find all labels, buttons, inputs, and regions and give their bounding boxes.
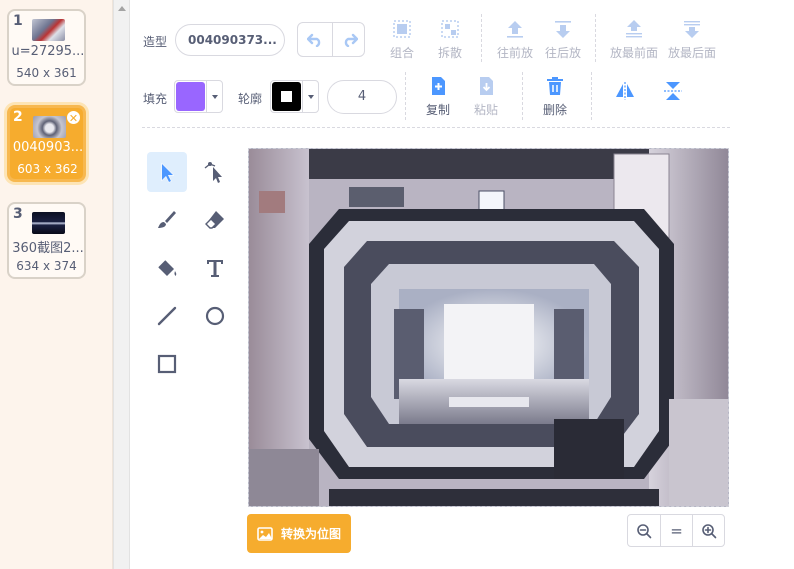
brush-icon [158, 211, 176, 228]
arrow-up-icon [507, 21, 523, 38]
paste-icon [480, 77, 493, 95]
delete-label: 删除 [542, 103, 567, 117]
zoom-in-icon [701, 523, 716, 538]
costume-label: 造型 [143, 35, 168, 49]
costume-size: 603 x 362 [17, 162, 78, 176]
costume-name: 360截图2... [12, 241, 84, 256]
costume-image [249, 149, 728, 506]
scroll-up-icon[interactable] [118, 6, 126, 11]
eraser-icon [205, 211, 224, 229]
chevron-down-icon [302, 81, 318, 112]
rectangle-tool[interactable] [147, 344, 187, 384]
redo-icon [344, 33, 358, 47]
reshape-tool[interactable] [195, 152, 235, 192]
ungroup-button[interactable]: 拆散 [420, 18, 480, 62]
divider [595, 14, 596, 62]
costume-number: 2 [13, 109, 23, 125]
brush-tool[interactable] [147, 200, 187, 240]
zoom-in-button[interactable] [692, 515, 724, 546]
text-icon [207, 260, 223, 277]
undo-redo-group [297, 22, 365, 57]
flip-vertical-icon [664, 82, 682, 100]
bring-to-front-button[interactable]: 放最前面 [604, 18, 664, 62]
paste-button[interactable]: 粘贴 [456, 75, 516, 119]
arrow-pointer-icon [161, 162, 175, 183]
reshape-icon [204, 162, 222, 183]
fill-tool[interactable] [147, 248, 187, 288]
costume-number: 1 [13, 13, 23, 29]
costume-size: 634 x 374 [16, 259, 77, 273]
select-tool[interactable] [147, 152, 187, 192]
copy-icon [432, 77, 445, 95]
convert-to-bitmap-label: 转换为位图 [280, 527, 341, 541]
trash-icon [547, 77, 563, 95]
line-icon [157, 306, 177, 326]
group-icon [393, 20, 411, 38]
send-to-back-label: 放最后面 [667, 46, 716, 60]
fill-label: 填充 [143, 92, 168, 106]
circle-icon [205, 306, 225, 326]
zoom-out-icon [637, 523, 652, 538]
costume-size: 540 x 361 [16, 66, 77, 80]
ungroup-icon [441, 20, 459, 38]
zoom-reset-button[interactable]: = [660, 515, 692, 546]
delete-costume-icon[interactable]: ✕ [66, 110, 81, 125]
backward-button[interactable]: 往后放 [533, 18, 593, 62]
circle-tool[interactable] [195, 296, 235, 336]
drawing-canvas[interactable] [248, 148, 729, 507]
undo-button[interactable] [298, 23, 332, 56]
send-to-back-icon [684, 21, 700, 38]
line-tool[interactable] [147, 296, 187, 336]
outline-width-input[interactable]: 4 [327, 80, 397, 114]
backward-label: 往后放 [544, 46, 581, 60]
fill-color-picker[interactable] [174, 80, 223, 113]
costume-list: 1 u=27295... 540 x 361 2 0040903... 603 … [0, 0, 113, 569]
costume-thumbnail [33, 116, 66, 138]
paint-editor: 造型 004090373... 组合 拆散 往前放 往后放 放最前面 放最后面 … [130, 0, 794, 569]
costume-thumbnail [32, 19, 65, 41]
outline-swatch [272, 82, 301, 111]
delete-button[interactable]: 删除 [525, 75, 585, 119]
costume-item[interactable]: 1 u=27295... 540 x 361 [7, 9, 86, 86]
flip-horizontal-icon [616, 82, 634, 100]
outline-color-picker[interactable] [270, 80, 319, 113]
divider [481, 14, 482, 62]
undo-icon [307, 33, 321, 47]
divider [591, 72, 592, 120]
divider [405, 72, 406, 120]
convert-to-bitmap-button[interactable]: 转换为位图 [247, 514, 351, 553]
ungroup-label: 拆散 [437, 46, 462, 60]
paste-label: 粘贴 [473, 103, 498, 117]
toolbar-divider [142, 127, 730, 128]
costume-item-selected[interactable]: 2 0040903... 603 x 362 ✕ [7, 105, 86, 182]
eraser-tool[interactable] [195, 200, 235, 240]
costume-name-input[interactable]: 004090373... [175, 24, 285, 56]
flip-vertical-button[interactable] [643, 80, 703, 110]
redo-button[interactable] [332, 23, 366, 56]
arrow-down-icon [555, 21, 571, 38]
send-to-back-button[interactable]: 放最后面 [662, 18, 722, 62]
costume-list-scrollbar[interactable] [113, 0, 130, 569]
fill-swatch [176, 82, 205, 111]
costume-name: u=27295... [11, 44, 85, 59]
outline-label: 轮廓 [238, 92, 263, 106]
bring-to-front-label: 放最前面 [609, 46, 658, 60]
bring-to-front-icon [626, 20, 642, 38]
costume-name: 0040903... [12, 140, 84, 155]
paint-bucket-icon [158, 260, 177, 276]
text-tool[interactable] [195, 248, 235, 288]
divider [522, 72, 523, 120]
image-icon [257, 526, 273, 541]
costume-thumbnail [32, 212, 65, 234]
zoom-controls: = [627, 514, 725, 547]
costume-item[interactable]: 3 360截图2... 634 x 374 [7, 202, 86, 279]
costume-number: 3 [13, 206, 23, 222]
zoom-out-button[interactable] [628, 515, 660, 546]
chevron-down-icon [206, 81, 222, 112]
rectangle-icon [157, 354, 177, 374]
